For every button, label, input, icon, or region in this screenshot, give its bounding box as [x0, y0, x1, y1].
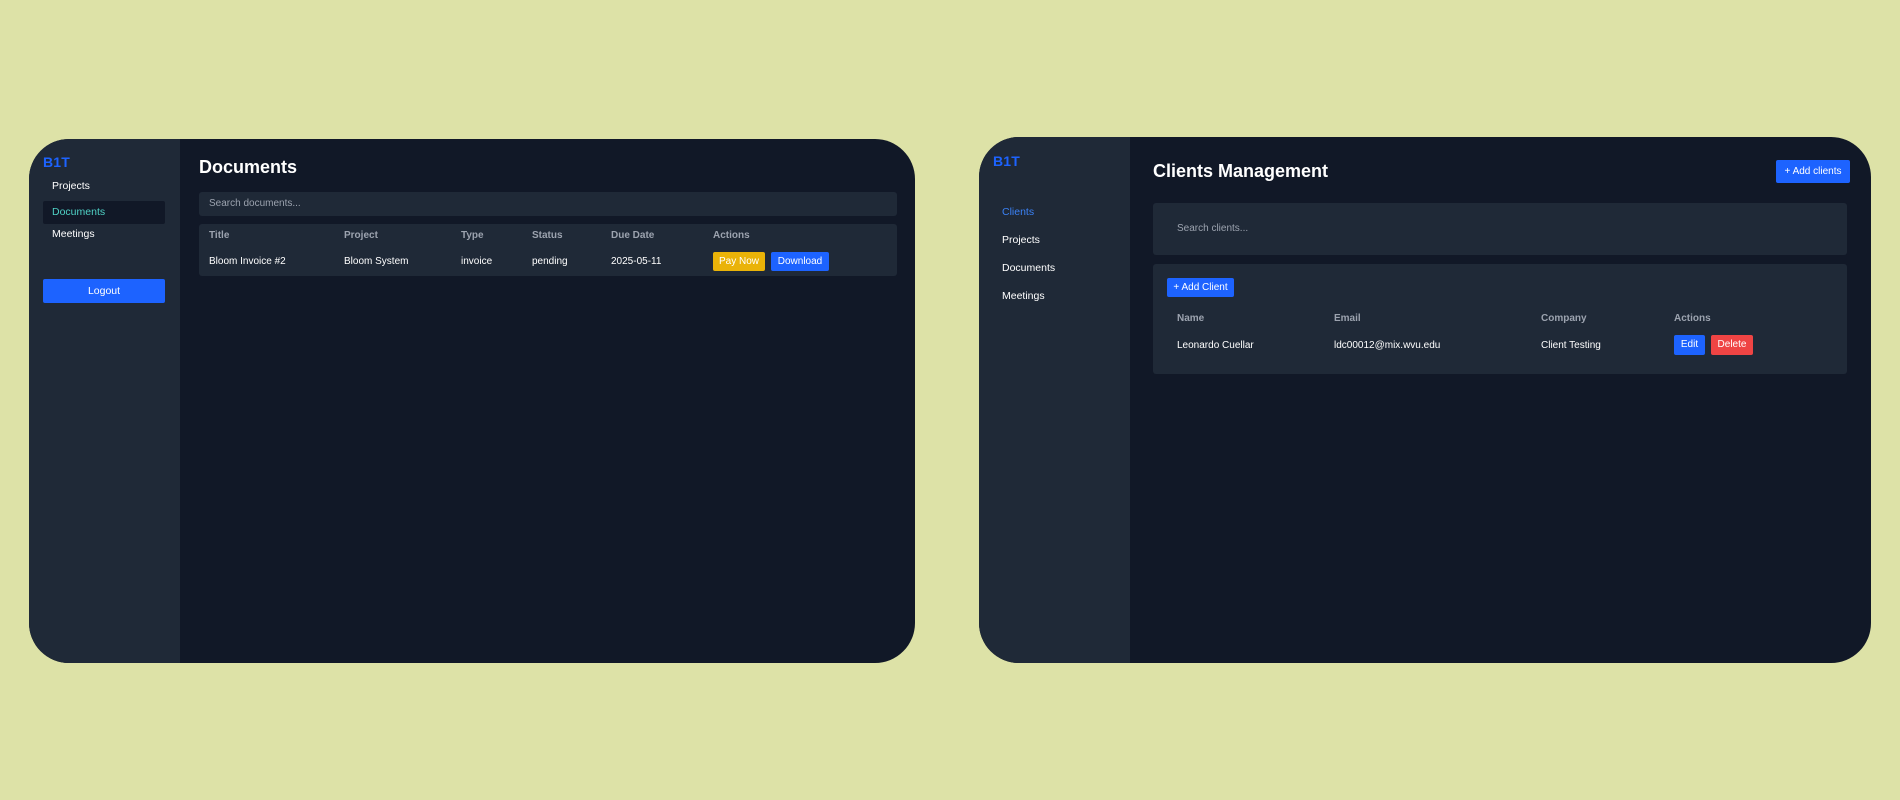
app-logo[interactable]: B1T	[43, 154, 70, 170]
column-header-company: Company	[1541, 313, 1587, 324]
sidebar-item-projects[interactable]: Projects	[43, 175, 165, 198]
column-header-actions: Actions	[713, 230, 750, 241]
cell-name: Leonardo Cuellar	[1177, 340, 1254, 351]
column-header-project: Project	[344, 230, 378, 241]
edit-button[interactable]: Edit	[1674, 335, 1705, 355]
sidebar-item-projects[interactable]: Projects	[993, 229, 1115, 252]
main-content: Documents Search documents... Title Proj…	[180, 139, 915, 663]
documents-table: Title Project Type Status Due Date Actio…	[199, 224, 897, 276]
pay-now-button[interactable]: Pay Now	[713, 252, 765, 271]
clients-table: + Add Client Name Email Company Actions …	[1153, 264, 1847, 374]
sidebar-item-clients[interactable]: Clients	[993, 201, 1115, 224]
column-header-type: Type	[461, 230, 484, 241]
cell-project: Bloom System	[344, 256, 409, 267]
documents-window: B1T Projects Documents Meetings Logout D…	[29, 139, 915, 663]
logout-button[interactable]: Logout	[43, 279, 165, 303]
sidebar-item-meetings[interactable]: Meetings	[993, 285, 1115, 308]
cell-email: ldc00012@mix.wvu.edu	[1334, 340, 1441, 351]
add-clients-button[interactable]: + Add clients	[1776, 160, 1850, 183]
column-header-status: Status	[532, 230, 563, 241]
cell-status: pending	[532, 256, 568, 267]
column-header-due-date: Due Date	[611, 230, 655, 241]
column-header-email: Email	[1334, 313, 1361, 324]
page-title: Documents	[199, 157, 298, 177]
search-input[interactable]: Search clients...	[1153, 203, 1847, 255]
column-header-name: Name	[1177, 313, 1205, 324]
search-input[interactable]: Search documents...	[199, 192, 897, 216]
cell-title: Bloom Invoice #2	[209, 256, 286, 267]
cell-due-date: 2025-05-11	[611, 256, 662, 267]
column-header-actions: Actions	[1674, 313, 1711, 324]
sidebar: B1T Clients Projects Documents Meetings	[979, 137, 1130, 663]
app-logo[interactable]: B1T	[993, 153, 1020, 169]
add-client-button[interactable]: + Add Client	[1167, 278, 1234, 297]
column-header-title: Title	[209, 230, 230, 241]
cell-company: Client Testing	[1541, 340, 1601, 351]
sidebar: B1T Projects Documents Meetings Logout	[29, 139, 180, 663]
sidebar-item-documents[interactable]: Documents	[993, 257, 1115, 280]
delete-button[interactable]: Delete	[1711, 335, 1753, 355]
download-button[interactable]: Download	[771, 252, 829, 271]
clients-window: B1T Clients Projects Documents Meetings …	[979, 137, 1871, 663]
sidebar-item-meetings[interactable]: Meetings	[43, 223, 165, 246]
main-content: Clients Management + Add clients Search …	[1130, 137, 1871, 663]
cell-type: invoice	[461, 256, 493, 267]
sidebar-item-documents[interactable]: Documents	[43, 201, 165, 224]
page-title: Clients Management	[1153, 161, 1329, 181]
